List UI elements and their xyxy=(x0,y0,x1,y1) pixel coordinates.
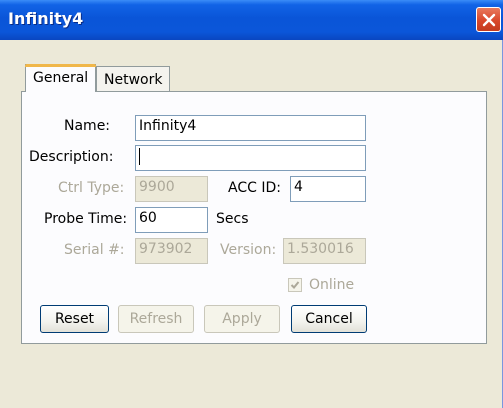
close-button[interactable] xyxy=(476,7,501,32)
serial-field: 973902 xyxy=(135,238,208,264)
probe-time-field[interactable]: 60 xyxy=(135,207,208,233)
tab-network[interactable]: Network xyxy=(96,66,170,92)
tab-general[interactable]: General xyxy=(25,64,96,92)
refresh-button[interactable]: Refresh xyxy=(118,305,194,333)
name-value: Infinity4 xyxy=(139,118,197,134)
probe-time-value: 60 xyxy=(139,210,157,226)
probe-time-unit: Secs xyxy=(216,211,249,227)
window-title: Infinity4 xyxy=(8,9,84,28)
dialog-window: Infinity4 General Network Name: Infinity… xyxy=(0,0,503,408)
apply-button[interactable]: Apply xyxy=(204,305,280,333)
cancel-button[interactable]: Cancel xyxy=(291,305,367,333)
title-bar[interactable]: Infinity4 xyxy=(0,0,503,40)
tab-network-label: Network xyxy=(104,72,163,88)
online-label: Online xyxy=(309,277,355,293)
ctrl-type-value: 9900 xyxy=(139,179,175,195)
name-field[interactable]: Infinity4 xyxy=(135,115,366,141)
close-icon xyxy=(482,13,496,27)
reset-button[interactable]: Reset xyxy=(40,305,109,333)
version-label: Version: xyxy=(220,242,277,258)
check-icon xyxy=(290,281,300,289)
serial-label: Serial #: xyxy=(64,242,125,258)
name-label: Name: xyxy=(64,118,111,134)
ctrl-type-label: Ctrl Type: xyxy=(58,180,125,196)
version-field: 1.530016 xyxy=(283,238,366,264)
version-value: 1.530016 xyxy=(287,241,354,257)
tab-general-label: General xyxy=(33,70,89,86)
acc-id-field[interactable]: 4 xyxy=(290,176,366,202)
probe-time-label: Probe Time: xyxy=(44,211,128,227)
description-field[interactable] xyxy=(135,145,366,171)
description-label: Description: xyxy=(29,149,114,165)
text-caret xyxy=(139,148,140,165)
online-checkbox[interactable] xyxy=(288,278,302,292)
acc-id-value: 4 xyxy=(294,179,303,195)
ctrl-type-field: 9900 xyxy=(135,176,208,202)
acc-id-label: ACC ID: xyxy=(228,180,281,196)
serial-value: 973902 xyxy=(139,241,193,257)
